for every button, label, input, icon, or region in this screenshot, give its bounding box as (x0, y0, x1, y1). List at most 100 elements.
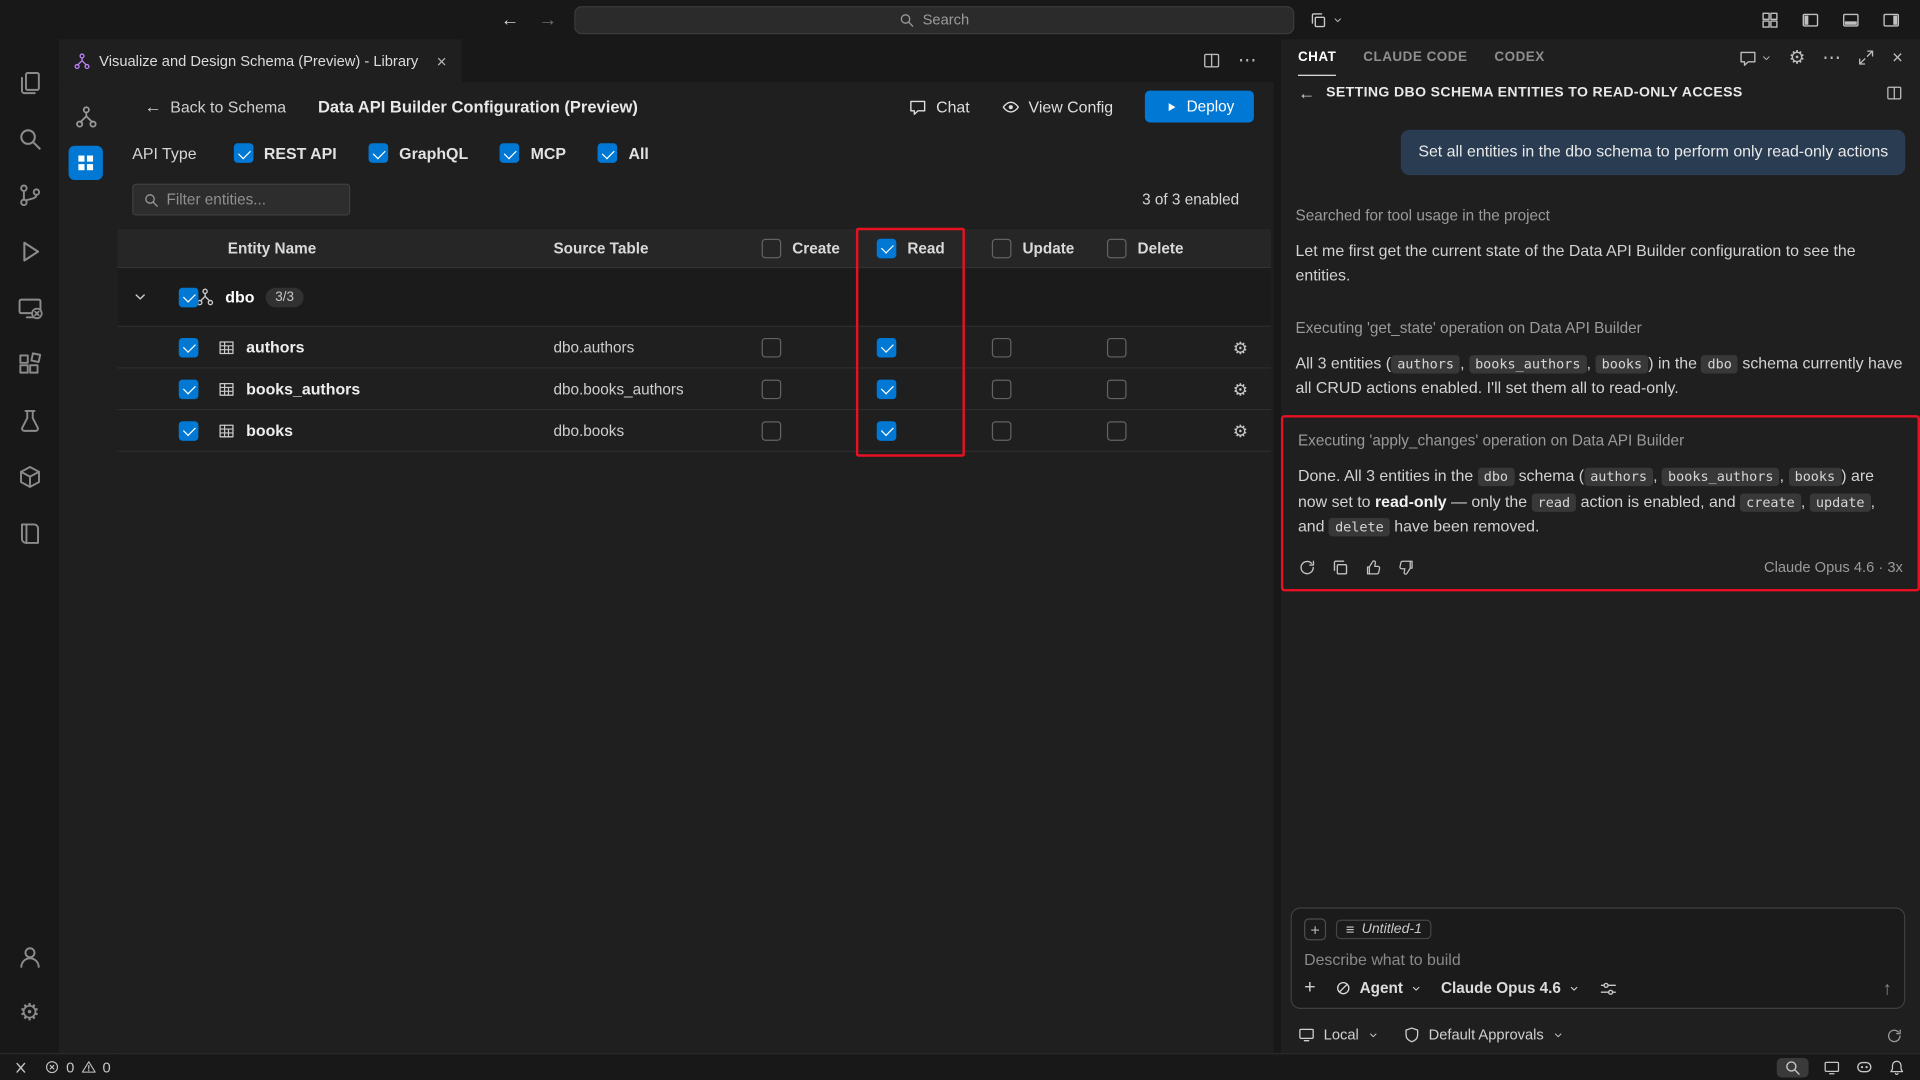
schema-designer-icon[interactable] (69, 99, 103, 133)
search-icon[interactable] (0, 110, 59, 166)
chat-input[interactable] (1304, 950, 1892, 968)
create-checkbox[interactable] (762, 379, 782, 399)
update-checkbox[interactable] (992, 421, 1012, 441)
api-type-option[interactable]: GraphQL (369, 143, 469, 163)
remote-indicator-icon[interactable] (12, 1059, 29, 1076)
column-checkbox[interactable] (877, 238, 897, 258)
copilot-session-button[interactable] (1309, 10, 1343, 28)
notebook-icon[interactable] (0, 504, 59, 560)
api-type-option[interactable]: REST API (233, 143, 336, 163)
testing-icon[interactable] (0, 392, 59, 448)
open-session-in-editor-icon[interactable] (1886, 84, 1903, 101)
chat-more-actions-icon[interactable]: ⋯ (1822, 48, 1840, 66)
checkbox[interactable] (598, 143, 618, 163)
row-checkbox[interactable] (179, 421, 199, 441)
tab-visualize-schema[interactable]: Visualize and Design Schema (Preview) - … (59, 39, 462, 82)
chat-sessions-button[interactable] (1739, 48, 1772, 66)
column-checkbox[interactable] (992, 238, 1012, 258)
read-checkbox[interactable] (877, 379, 897, 399)
history-back-button[interactable]: ← (501, 10, 519, 28)
sync-button[interactable] (1886, 1025, 1903, 1044)
copilot-status-button[interactable] (1855, 1058, 1873, 1076)
chat-composer[interactable]: + ≡ Untitled-1 + Agent Claude Opus (1291, 907, 1906, 1009)
chevron-down-icon (132, 289, 148, 305)
delete-checkbox[interactable] (1107, 337, 1127, 357)
read-checkbox[interactable] (877, 337, 897, 357)
row-checkbox[interactable] (179, 379, 199, 399)
settings-gear-icon[interactable]: ⚙ (0, 984, 59, 1040)
notifications-button[interactable] (1888, 1059, 1905, 1076)
group-expand-chevron[interactable] (118, 289, 160, 305)
customize-layout-icon[interactable] (1761, 10, 1779, 28)
history-forward-button[interactable]: → (539, 10, 557, 28)
view-config-button[interactable]: View Config (1002, 97, 1114, 115)
column-checkbox[interactable] (1107, 238, 1127, 258)
model-select[interactable]: Claude Opus 4.6 (1441, 980, 1579, 997)
row-checkbox[interactable] (179, 337, 199, 357)
remote-explorer-icon[interactable] (0, 279, 59, 335)
panel-sash[interactable] (1273, 39, 1280, 1053)
editor-more-actions-icon[interactable]: ⋯ (1238, 51, 1256, 69)
source-control-icon[interactable] (0, 167, 59, 223)
create-checkbox[interactable] (762, 421, 782, 441)
split-editor-icon[interactable] (1202, 51, 1220, 69)
deploy-button[interactable]: Deploy (1145, 91, 1254, 123)
maximize-panel-icon[interactable] (1858, 49, 1875, 66)
environment-select[interactable]: Local (1298, 1026, 1378, 1043)
add-context-button[interactable]: + (1304, 918, 1326, 940)
session-back-icon[interactable]: ← (1298, 84, 1315, 101)
config-header: ← Back to Schema Data API Builder Config… (113, 82, 1274, 131)
filter-entities-box[interactable] (132, 184, 350, 216)
chat-button[interactable]: Chat (909, 97, 970, 115)
create-checkbox[interactable] (762, 337, 782, 357)
delete-checkbox[interactable] (1107, 379, 1127, 399)
database-projects-icon[interactable] (0, 448, 59, 504)
extensions-icon[interactable] (0, 336, 59, 392)
attached-file-name: Untitled-1 (1362, 922, 1422, 937)
regenerate-icon[interactable] (1298, 558, 1316, 576)
read-checkbox[interactable] (877, 421, 897, 441)
send-button[interactable]: ↑ (1883, 979, 1892, 997)
toggle-secondary-sidebar-icon[interactable] (1882, 10, 1900, 28)
screencast-button[interactable] (1823, 1059, 1840, 1076)
chat-panel-tab[interactable]: CHAT (1298, 39, 1336, 76)
account-icon[interactable] (0, 928, 59, 984)
attached-file-chip[interactable]: ≡ Untitled-1 (1336, 920, 1432, 940)
api-type-option[interactable]: MCP (500, 143, 566, 163)
back-to-schema-button[interactable]: ← Back to Schema (144, 97, 286, 115)
thumbs-down-icon[interactable] (1397, 558, 1415, 576)
chat-panel-tab[interactable]: CODEX (1494, 39, 1544, 76)
close-panel-icon[interactable]: × (1892, 48, 1903, 66)
chat-panel-tab[interactable]: CLAUDE CODE (1363, 39, 1467, 76)
attach-plus-icon[interactable]: + (1304, 978, 1315, 998)
tools-sliders-icon[interactable] (1599, 979, 1617, 997)
row-settings-icon[interactable]: ⚙ (1233, 339, 1248, 356)
toggle-panel-icon[interactable] (1842, 10, 1860, 28)
checkbox[interactable] (500, 143, 520, 163)
chat-settings-gear-icon[interactable]: ⚙ (1789, 48, 1805, 66)
update-checkbox[interactable] (992, 337, 1012, 357)
row-settings-icon[interactable]: ⚙ (1233, 380, 1248, 397)
problems-indicator[interactable]: 0 0 (44, 1059, 111, 1076)
group-checkbox[interactable] (179, 287, 199, 307)
zoom-indicator[interactable] (1777, 1057, 1809, 1077)
api-builder-icon[interactable] (69, 146, 103, 180)
copy-icon[interactable] (1331, 558, 1349, 576)
run-debug-icon[interactable] (0, 223, 59, 279)
agent-mode-select[interactable]: Agent (1335, 980, 1421, 997)
tab-close-icon[interactable]: × (437, 52, 447, 69)
row-settings-icon[interactable]: ⚙ (1233, 422, 1248, 439)
explorer-icon[interactable] (0, 54, 59, 110)
column-checkbox[interactable] (762, 238, 782, 258)
toggle-sidebar-icon[interactable] (1801, 10, 1819, 28)
checkbox[interactable] (369, 143, 389, 163)
thumbs-up-icon[interactable] (1364, 558, 1382, 576)
delete-checkbox[interactable] (1107, 421, 1127, 441)
checkbox[interactable] (233, 143, 253, 163)
update-checkbox[interactable] (992, 379, 1012, 399)
command-center-search[interactable]: Search (574, 6, 1294, 34)
api-type-option[interactable]: All (598, 143, 649, 163)
entity-name: books (246, 421, 293, 439)
filter-entities-input[interactable] (167, 191, 340, 208)
approvals-select[interactable]: Default Approvals (1403, 1026, 1563, 1043)
